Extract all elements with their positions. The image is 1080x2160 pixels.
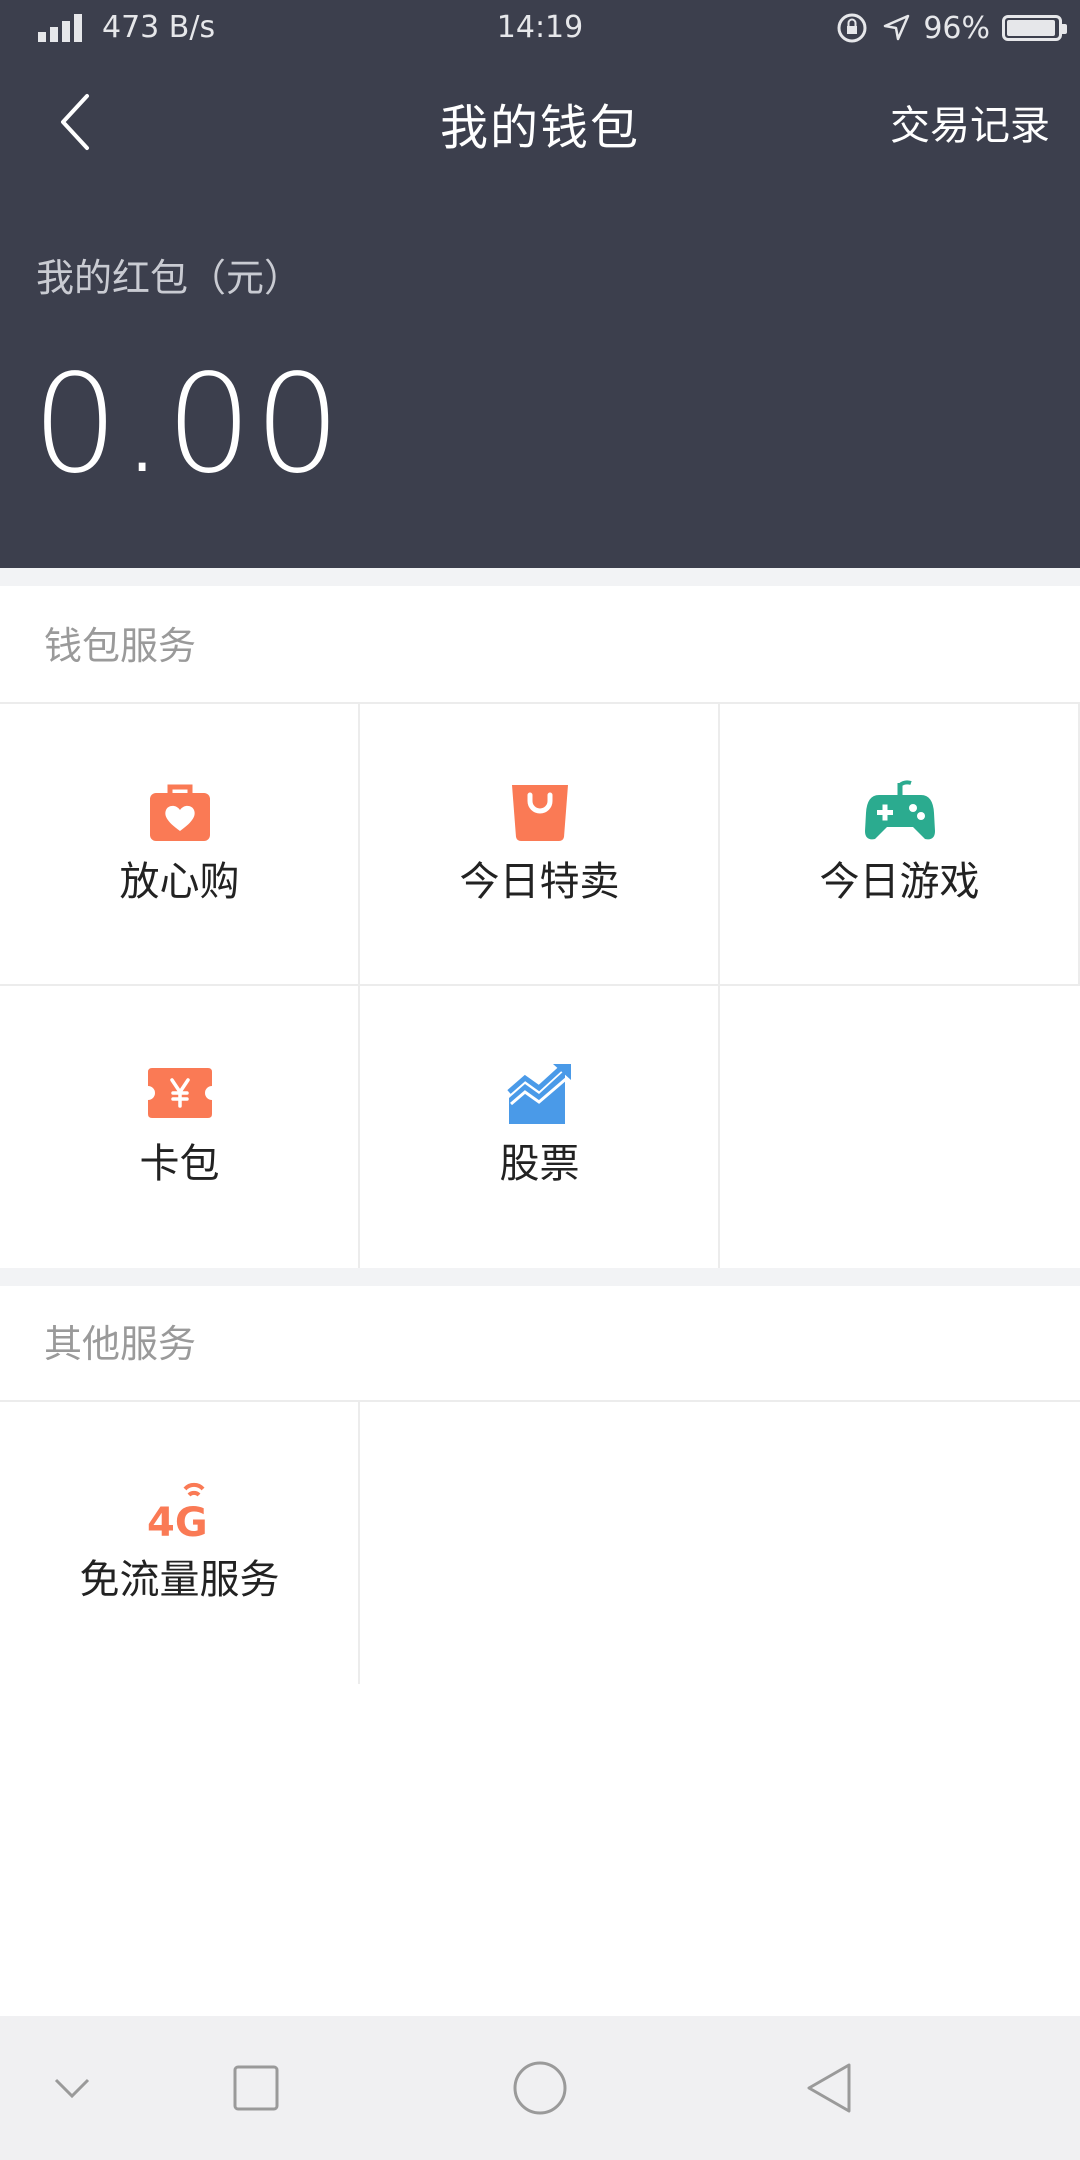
wallet-services-grid: 放心购 今日特卖 今日游戏 卡包 股票 — [0, 704, 1080, 1268]
grid-divider — [718, 704, 720, 1268]
wallet-services-title: 钱包服务 — [44, 624, 197, 668]
transaction-history-link[interactable]: 交易记录 — [890, 98, 1050, 154]
circle-icon — [513, 2061, 567, 2115]
grid-divider — [358, 704, 360, 1268]
service-label: 今日特卖 — [459, 859, 620, 905]
recent-apps-button[interactable] — [196, 2016, 316, 2160]
home-button[interactable] — [480, 2016, 600, 2160]
service-free-data[interactable]: 4G 免流量服务 — [0, 1402, 359, 1682]
shopping-bag-icon — [505, 776, 575, 846]
svg-text:4G: 4G — [147, 1500, 208, 1539]
triangle-back-icon — [807, 2063, 851, 2113]
stock-chart-icon — [505, 1058, 575, 1128]
service-gupiao[interactable]: 股票 — [360, 986, 719, 1266]
service-label: 今日游戏 — [819, 859, 980, 905]
chevron-down-icon — [54, 2078, 90, 2099]
location-icon — [884, 14, 910, 41]
red-packet-balance: 0.00 — [32, 346, 343, 504]
rotation-lock-icon — [837, 13, 867, 43]
section-gap — [0, 1268, 1080, 1286]
service-fangxingou[interactable]: 放心购 — [0, 704, 359, 984]
heart-bag-icon — [145, 776, 215, 846]
section-gap — [0, 568, 1080, 586]
service-jinri-youxi[interactable]: 今日游戏 — [720, 704, 1079, 984]
status-icons: 96% — [835, 8, 1067, 48]
system-nav-bar — [0, 2016, 1080, 2160]
battery-fill — [1007, 20, 1055, 36]
battery-icon — [1002, 15, 1067, 41]
red-packet-label: 我的红包（元） — [36, 256, 303, 300]
service-kabao[interactable]: 卡包 — [0, 986, 359, 1266]
service-label: 放心购 — [119, 859, 240, 905]
4g-icon: 4G — [145, 1474, 215, 1544]
grid-divider — [0, 984, 1080, 986]
gamepad-icon — [864, 776, 935, 846]
other-services-title: 其他服务 — [44, 1322, 197, 1366]
wallet-header: 473 B/s 14:19 96% 我的钱包 交易记录 我的红包（元） 0.00 — [0, 0, 1080, 568]
service-label: 免流量服务 — [79, 1557, 280, 1603]
hide-nav-button[interactable] — [12, 2016, 132, 2160]
service-label: 卡包 — [139, 1141, 220, 1187]
empty-cell — [720, 986, 1079, 1266]
status-bar: 473 B/s 14:19 96% — [0, 0, 1080, 56]
yuan-ticket-icon — [145, 1058, 215, 1128]
grid-divider — [358, 1402, 360, 1684]
other-services-grid: 4G 免流量服务 — [0, 1402, 1080, 1684]
back-nav-button[interactable] — [770, 2016, 890, 2160]
service-jinri-temai[interactable]: 今日特卖 — [360, 704, 719, 984]
square-icon — [233, 2065, 279, 2111]
service-label: 股票 — [499, 1141, 580, 1187]
battery-percent: 96% — [923, 10, 990, 46]
